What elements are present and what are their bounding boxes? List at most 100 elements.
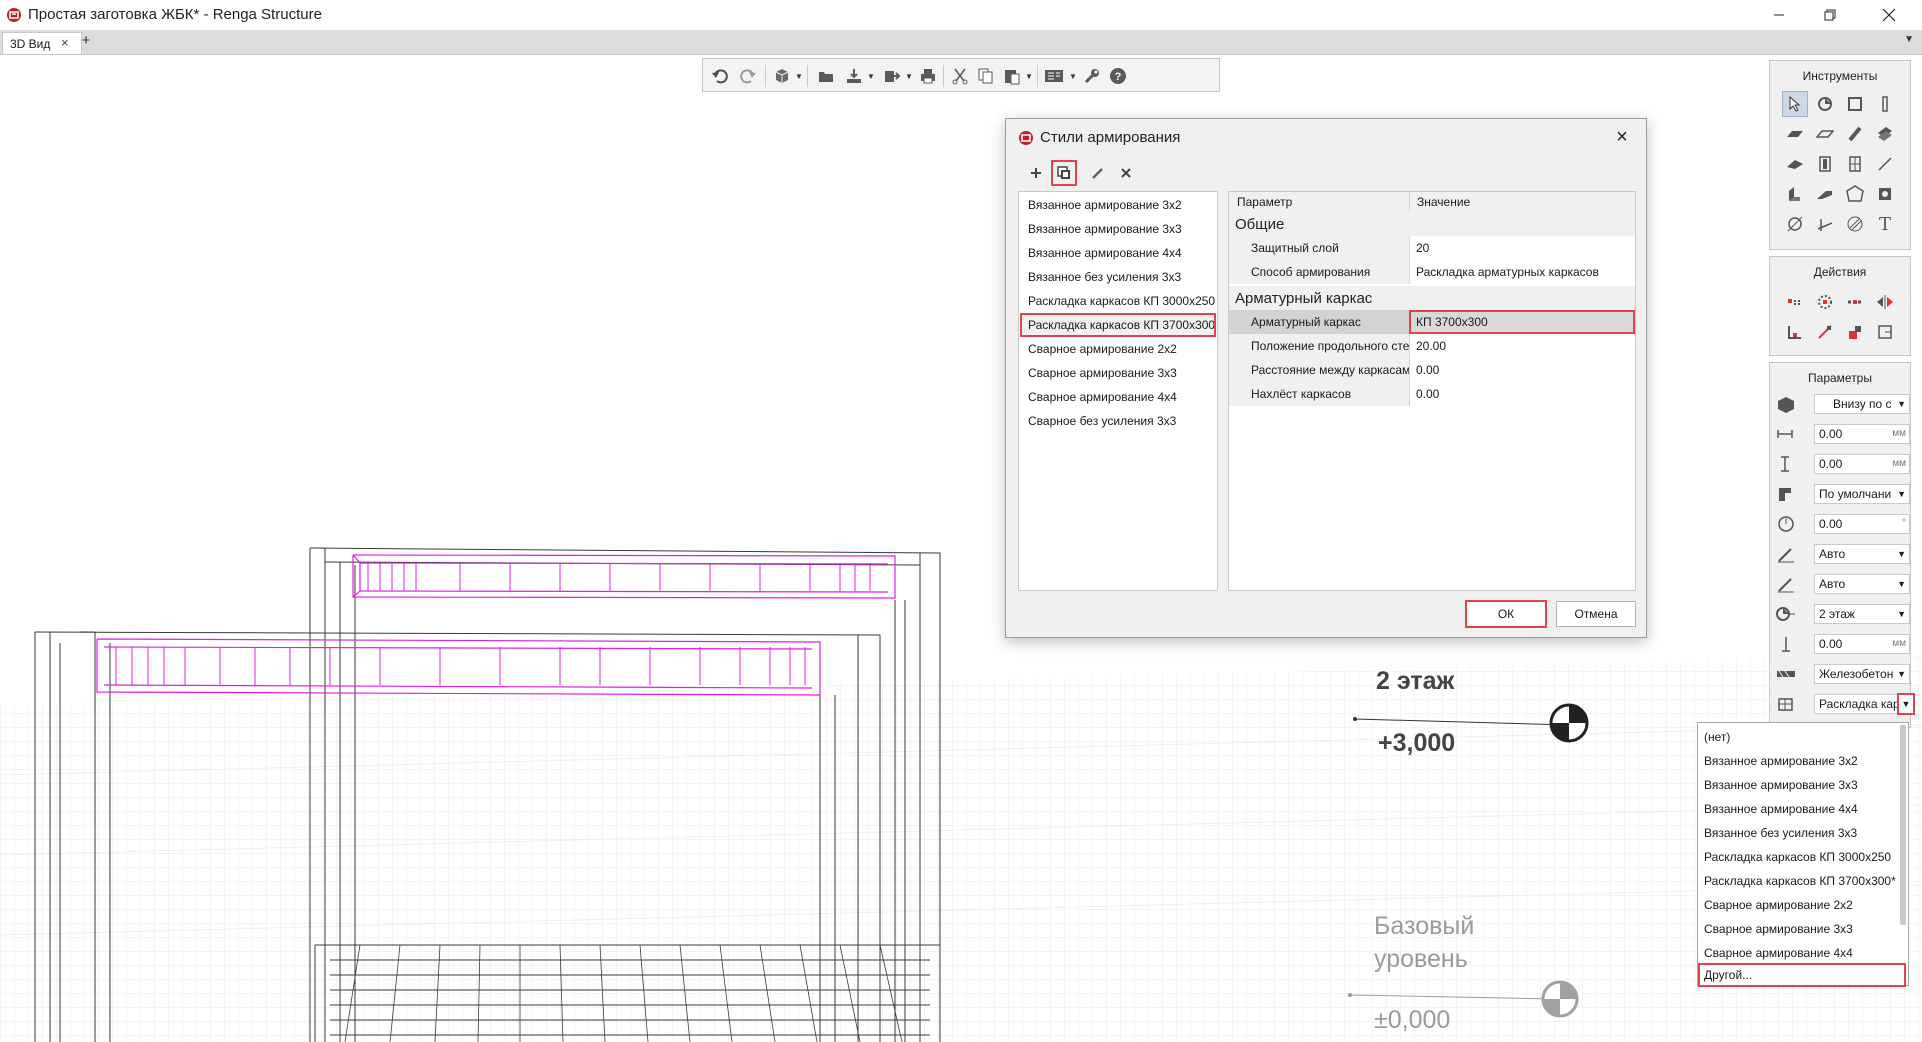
restore-button[interactable] (1807, 0, 1853, 30)
floor-tool[interactable] (1812, 121, 1838, 147)
profile-select[interactable]: По умолчани ▼ (1814, 484, 1910, 504)
offset-y-field[interactable]: 0.00 мм (1814, 454, 1910, 474)
copy-action[interactable] (1842, 289, 1868, 315)
window-tool[interactable] (1842, 151, 1868, 177)
dropdown-item[interactable]: (нет) (1698, 725, 1898, 749)
view-cube-dropdown[interactable]: ▼ (795, 72, 803, 82)
dropdown-item-other[interactable]: Другой... (1698, 963, 1906, 987)
element-tool[interactable] (1842, 181, 1868, 207)
dropdown-item[interactable]: Вязанное армирование 3х3 (1698, 773, 1898, 797)
rebar-tool[interactable] (1872, 121, 1898, 147)
delete-style-button[interactable] (1114, 161, 1138, 185)
property-value[interactable]: 20 (1409, 236, 1635, 260)
style-list-item-selected[interactable]: Раскладка каркасов КП 3700х300* (1020, 313, 1216, 337)
add-style-button[interactable] (1024, 161, 1048, 185)
offset-x-field[interactable]: 0.00 мм (1814, 424, 1910, 444)
end-height-select[interactable]: Авто ▼ (1814, 574, 1910, 594)
property-row[interactable]: Нахлёст каркасов 0.00 (1229, 382, 1635, 407)
style-list-item[interactable]: Вязанное армирование 3х3 (1021, 218, 1215, 240)
style-list-item[interactable]: Сварное армирование 3х3 (1021, 362, 1215, 384)
start-height-select[interactable]: Авто ▼ (1814, 544, 1910, 564)
edit-style-button[interactable] (1086, 161, 1110, 185)
column-tool[interactable] (1872, 91, 1898, 117)
select-tool[interactable] (1782, 91, 1808, 117)
dropdown-scrollbar[interactable] (1900, 725, 1906, 925)
property-row[interactable]: Расстояние между каркасами 0.00 (1229, 358, 1635, 383)
copy-button[interactable] (975, 65, 997, 87)
style-list-item[interactable]: Сварное армирование 4х4 (1021, 386, 1215, 408)
placement-select[interactable]: Внизу по с ▼ (1814, 394, 1910, 414)
undo-button[interactable] (709, 65, 731, 87)
minimize-button[interactable] (1756, 0, 1802, 30)
property-value[interactable]: 0.00 (1409, 382, 1635, 406)
level-tool[interactable] (1812, 91, 1838, 117)
dropdown-item[interactable]: Раскладка каркасов КП 3700х300* (1698, 869, 1898, 893)
mirror-action[interactable] (1872, 289, 1898, 315)
rotation-field[interactable]: 0.00 ° (1814, 514, 1910, 534)
door-tool[interactable] (1812, 151, 1838, 177)
property-value[interactable]: Раскладка арматурных каркасов (1409, 260, 1635, 284)
move-action[interactable] (1782, 289, 1808, 315)
roof-tool[interactable] (1782, 151, 1808, 177)
slab-tool[interactable] (1782, 121, 1808, 147)
axis-tool[interactable] (1782, 211, 1808, 237)
help-button[interactable]: ? (1107, 65, 1129, 87)
style-list-item[interactable]: Раскладка каркасов КП 3000х250 (1021, 290, 1215, 312)
wall-tool[interactable] (1842, 91, 1868, 117)
dialog-close-button[interactable]: × (1608, 123, 1636, 151)
add-tab-button[interactable]: + (78, 32, 94, 49)
line-tool[interactable] (1872, 151, 1898, 177)
export-dropdown[interactable]: ▼ (867, 72, 875, 82)
level-marker-2[interactable] (1549, 703, 1589, 743)
hatch-tool[interactable] (1842, 211, 1868, 237)
style-list-item[interactable]: Сварное армирование 2х2 (1021, 338, 1215, 360)
export-button[interactable] (843, 65, 865, 87)
import-dropdown[interactable]: ▼ (905, 72, 913, 82)
text-tool[interactable]: T (1872, 211, 1898, 237)
style-list-item[interactable]: Сварное без усиления 3х3 (1021, 410, 1215, 432)
tab-list-chevron-icon[interactable]: ▼ (1904, 34, 1914, 45)
level-select[interactable]: 2 этаж ▼ (1814, 604, 1910, 624)
settings-button[interactable] (1081, 65, 1103, 87)
stretch-action[interactable] (1782, 319, 1808, 345)
layers-button[interactable] (1043, 65, 1065, 87)
redo-button[interactable] (737, 65, 759, 87)
equipment-tool[interactable] (1872, 181, 1898, 207)
reinforcement-style-select[interactable]: Раскладка кар (1814, 694, 1900, 714)
copy-style-button[interactable] (1051, 160, 1077, 186)
property-value-rebar-cage[interactable]: КП 3700х300 (1409, 310, 1635, 334)
material-select[interactable]: Железобетон ▼ (1814, 664, 1910, 684)
beam-tool[interactable] (1842, 121, 1868, 147)
tab-close-button[interactable]: × (61, 35, 69, 50)
view-cube-button[interactable] (771, 65, 793, 87)
close-window-button[interactable] (1866, 0, 1912, 30)
style-list-item[interactable]: Вязанное армирование 3х2 (1021, 194, 1215, 216)
property-row[interactable]: Положение продольного стержня 20.00 (1229, 334, 1635, 359)
dropdown-item[interactable]: Вязанное без усиления 3х3 (1698, 821, 1898, 845)
elevation-offset-field[interactable]: 0.00 мм (1814, 634, 1910, 654)
ok-button[interactable]: ОК (1465, 600, 1547, 628)
property-value[interactable]: 20.00 (1409, 334, 1635, 358)
dropdown-item[interactable]: Вязанное армирование 3х2 (1698, 749, 1898, 773)
cut-button[interactable] (949, 65, 971, 87)
ramp-tool[interactable] (1812, 181, 1838, 207)
import-button[interactable] (881, 65, 903, 87)
stair-tool[interactable] (1782, 181, 1808, 207)
property-row-selected[interactable]: Арматурный каркас КП 3700х300 (1229, 310, 1635, 335)
rotate-action[interactable] (1812, 289, 1838, 315)
tab-3d-view[interactable]: 3D Вид × (2, 32, 82, 54)
open-button[interactable] (815, 65, 837, 87)
dropdown-item[interactable]: Вязанное армирование 4х4 (1698, 797, 1898, 821)
style-list-item[interactable]: Вязанное армирование 4х4 (1021, 242, 1215, 264)
dropdown-item[interactable]: Сварное армирование 4х4 (1698, 941, 1898, 965)
level-marker-base[interactable] (1541, 980, 1579, 1018)
dropdown-item[interactable]: Раскладка каркасов КП 3000х250 (1698, 845, 1898, 869)
paste-button[interactable] (1001, 65, 1023, 87)
dropdown-item[interactable]: Сварное армирование 2х2 (1698, 893, 1898, 917)
property-row[interactable]: Способ армирования Раскладка арматурных … (1229, 260, 1635, 285)
join-action[interactable] (1842, 319, 1868, 345)
cancel-button[interactable]: Отмена (1556, 601, 1636, 627)
print-button[interactable] (917, 65, 939, 87)
property-value[interactable]: 0.00 (1409, 358, 1635, 382)
paste-dropdown[interactable]: ▼ (1025, 72, 1033, 82)
